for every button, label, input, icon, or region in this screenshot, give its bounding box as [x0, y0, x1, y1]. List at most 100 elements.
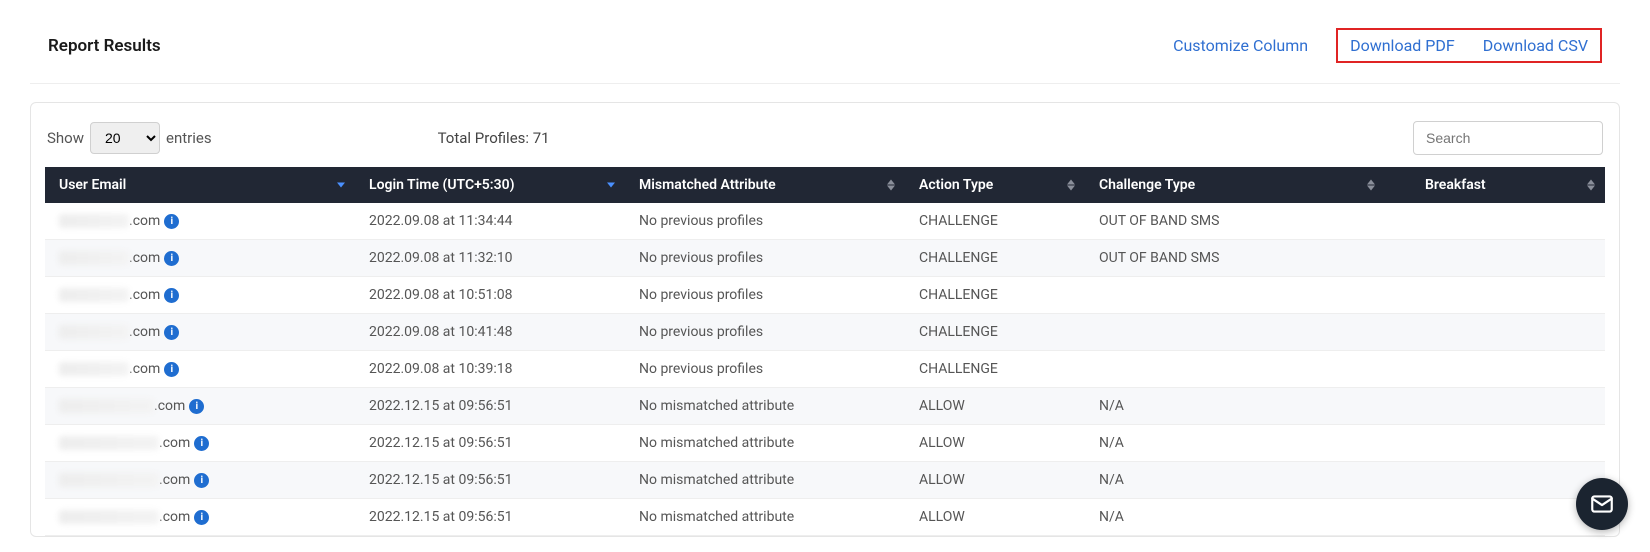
column-header[interactable]: Breakfast	[1385, 167, 1605, 203]
cell-action-type: ALLOW	[905, 425, 1085, 462]
table-header-row: User Email Login Time (UTC+5:30) Mismatche…	[45, 167, 1605, 203]
redacted-email-prefix	[59, 325, 129, 339]
search-input[interactable]	[1413, 121, 1603, 155]
email-suffix: .com	[159, 472, 190, 488]
email-suffix: .com	[129, 324, 160, 340]
page-size-select[interactable]: 102050100	[90, 122, 160, 154]
cell-breakfast	[1385, 499, 1605, 536]
cell-mismatch: No mismatched attribute	[625, 499, 905, 536]
table-row: .comi2022.09.08 at 10:51:08No previous p…	[45, 277, 1605, 314]
info-icon[interactable]: i	[164, 362, 179, 377]
redacted-email-prefix	[59, 251, 129, 265]
cell-action-type: CHALLENGE	[905, 240, 1085, 277]
table-row: .comi2022.12.15 at 09:56:51No mismatched…	[45, 499, 1605, 536]
mail-icon	[1589, 491, 1615, 517]
chat-fab-button[interactable]	[1576, 478, 1628, 530]
cell-email: .com i	[45, 388, 355, 425]
column-header[interactable]: Login Time (UTC+5:30)	[355, 167, 625, 203]
email-suffix: .com	[129, 213, 160, 229]
email-suffix: .com	[154, 398, 185, 414]
table-row: .comi2022.09.08 at 11:34:44No previous p…	[45, 203, 1605, 240]
cell-challenge-type	[1085, 351, 1385, 388]
page-title: Report Results	[48, 36, 161, 56]
sort-icon	[337, 183, 345, 188]
column-label: Breakfast	[1425, 177, 1486, 193]
table-row: .comi2022.12.15 at 09:56:51No mismatched…	[45, 425, 1605, 462]
info-icon[interactable]: i	[194, 436, 209, 451]
customize-column-link[interactable]: Customize Column	[1173, 36, 1308, 55]
redacted-email-prefix	[59, 214, 129, 228]
table-row: .comi2022.09.08 at 11:32:10No previous p…	[45, 240, 1605, 277]
results-card: Show 102050100 entries Total Profiles: 7…	[30, 102, 1620, 537]
download-csv-link[interactable]: Download CSV	[1483, 36, 1588, 55]
cell-breakfast	[1385, 388, 1605, 425]
download-pdf-link[interactable]: Download PDF	[1350, 36, 1455, 55]
cell-email: .comi	[45, 351, 355, 388]
cell-action-type: CHALLENGE	[905, 314, 1085, 351]
info-icon[interactable]: i	[189, 399, 204, 414]
show-label: Show	[47, 129, 84, 147]
cell-challenge-type: N/A	[1085, 462, 1385, 499]
info-icon[interactable]: i	[164, 288, 179, 303]
table-body: .comi2022.09.08 at 11:34:44No previous p…	[45, 203, 1605, 536]
cell-email: .com i	[45, 203, 355, 240]
column-label: Action Type	[919, 177, 993, 193]
table-row: .comi2022.09.08 at 10:39:18No previous p…	[45, 351, 1605, 388]
cell-mismatch: No previous profiles	[625, 277, 905, 314]
cell-email: .com i	[45, 277, 355, 314]
column-label: Mismatched Attribute	[639, 177, 776, 193]
cell-breakfast	[1385, 314, 1605, 351]
cell-login-time: 2022.12.15 at 09:56:51	[355, 462, 625, 499]
cell-breakfast	[1385, 240, 1605, 277]
info-icon[interactable]: i	[164, 251, 179, 266]
cell-mismatch: No previous profiles	[625, 351, 905, 388]
cell-action-type: CHALLENGE	[905, 203, 1085, 240]
redacted-email-prefix	[59, 436, 159, 450]
sort-icon	[1067, 180, 1075, 191]
info-icon[interactable]: i	[164, 214, 179, 229]
cell-breakfast	[1385, 462, 1605, 499]
email-suffix: .com	[159, 435, 190, 451]
cell-mismatch: No mismatched attribute	[625, 388, 905, 425]
cell-login-time: 2022.09.08 at 10:41:48	[355, 314, 625, 351]
cell-action-type: CHALLENGE	[905, 277, 1085, 314]
cell-login-time: 2022.09.08 at 11:32:10	[355, 240, 625, 277]
sort-icon	[887, 180, 895, 191]
cell-email: .com i	[45, 462, 355, 499]
cell-login-time: 2022.09.08 at 11:34:44	[355, 203, 625, 240]
redacted-email-prefix	[59, 510, 159, 524]
sort-icon	[1587, 180, 1595, 191]
cell-action-type: ALLOW	[905, 499, 1085, 536]
redacted-email-prefix	[59, 362, 129, 376]
email-suffix: .com	[159, 509, 190, 525]
cell-email: .com i	[45, 314, 355, 351]
column-header[interactable]: Mismatched Attribute	[625, 167, 905, 203]
sort-icon	[607, 183, 615, 188]
info-icon[interactable]: i	[194, 473, 209, 488]
info-icon[interactable]: i	[194, 510, 209, 525]
column-header[interactable]: Action Type	[905, 167, 1085, 203]
column-label: User Email	[59, 177, 126, 193]
column-header[interactable]: User Email	[45, 167, 355, 203]
header-row: Report Results Customize Column Download…	[30, 20, 1620, 84]
total-profiles-label: Total Profiles: 71	[438, 129, 550, 147]
cell-action-type: ALLOW	[905, 388, 1085, 425]
table-row: .comi2022.09.08 at 10:41:48No previous p…	[45, 314, 1605, 351]
cell-mismatch: No mismatched attribute	[625, 425, 905, 462]
column-header[interactable]: Challenge Type	[1085, 167, 1385, 203]
cell-challenge-type	[1085, 277, 1385, 314]
cell-breakfast	[1385, 277, 1605, 314]
cell-challenge-type: N/A	[1085, 388, 1385, 425]
info-icon[interactable]: i	[164, 325, 179, 340]
sort-icon	[1367, 180, 1375, 191]
entries-label: entries	[166, 129, 212, 147]
cell-mismatch: No previous profiles	[625, 240, 905, 277]
cell-login-time: 2022.09.08 at 10:39:18	[355, 351, 625, 388]
column-label: Challenge Type	[1099, 177, 1195, 193]
cell-challenge-type: OUT OF BAND SMS	[1085, 203, 1385, 240]
email-suffix: .com	[129, 287, 160, 303]
cell-email: .comi	[45, 240, 355, 277]
cell-challenge-type	[1085, 314, 1385, 351]
redacted-email-prefix	[59, 288, 129, 302]
cell-challenge-type: OUT OF BAND SMS	[1085, 240, 1385, 277]
